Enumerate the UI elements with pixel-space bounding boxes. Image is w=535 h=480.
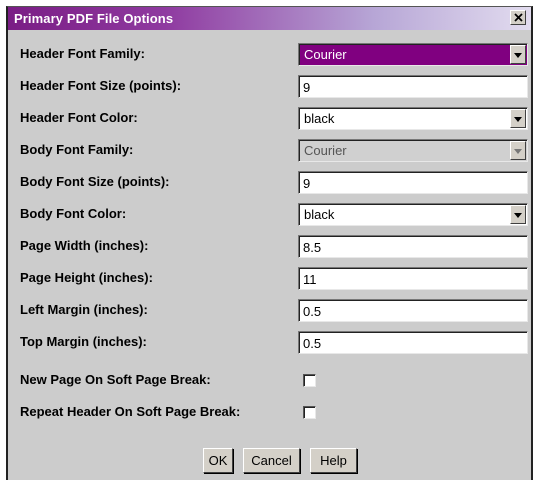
body-font-size-label: Body Font Size (points): (20, 174, 170, 189)
chevron-down-icon (514, 149, 522, 154)
row-body-font-family: Body Font Family: Courier (8, 136, 531, 166)
row-top-margin: Top Margin (inches): 0.5 (8, 328, 531, 358)
header-font-family-label: Header Font Family: (20, 46, 145, 61)
body-font-color-dropdown-button[interactable] (510, 205, 526, 224)
body-font-family-dropdown-button[interactable] (510, 141, 526, 160)
chevron-down-icon (514, 213, 522, 218)
close-icon (514, 13, 523, 22)
header-font-color-value: black (304, 111, 335, 126)
body-font-color-select[interactable]: black (298, 203, 528, 226)
body-font-color-label: Body Font Color: (20, 206, 127, 221)
chevron-down-icon (514, 117, 522, 122)
row-header-font-size: Header Font Size (points): 9 (8, 72, 531, 102)
page-width-label: Page Width (inches): (20, 238, 149, 253)
row-body-font-size: Body Font Size (points): 9 (8, 168, 531, 198)
new-page-soft-break-checkbox[interactable] (303, 374, 316, 387)
top-margin-input[interactable]: 0.5 (298, 331, 528, 354)
body-font-family-label: Body Font Family: (20, 142, 134, 157)
body-font-family-select[interactable]: Courier (298, 139, 528, 162)
top-margin-label: Top Margin (inches): (20, 334, 147, 349)
left-margin-label: Left Margin (inches): (20, 302, 148, 317)
page-height-input[interactable]: 11 (298, 267, 528, 290)
header-font-family-select[interactable]: Courier (298, 43, 528, 66)
header-font-color-label: Header Font Color: (20, 110, 138, 125)
help-button[interactable]: Help (310, 448, 357, 473)
ok-button[interactable]: OK (203, 448, 233, 473)
header-font-color-select[interactable]: black (298, 107, 528, 130)
repeat-header-soft-break-checkbox[interactable] (303, 406, 316, 419)
body-font-size-input[interactable]: 9 (298, 171, 528, 194)
row-left-margin: Left Margin (inches): 0.5 (8, 296, 531, 326)
body-font-color-value: black (304, 207, 335, 222)
repeat-header-soft-break-label: Repeat Header On Soft Page Break: (20, 404, 241, 419)
row-page-height: Page Height (inches): 11 (8, 264, 531, 294)
row-page-width: Page Width (inches): 8.5 (8, 232, 531, 262)
new-page-soft-break-label: New Page On Soft Page Break: (20, 372, 211, 387)
row-body-font-color: Body Font Color: black (8, 200, 531, 230)
close-button[interactable] (510, 10, 526, 25)
dialog-title: Primary PDF File Options (14, 11, 174, 26)
cancel-button[interactable]: Cancel (243, 448, 300, 473)
title-bar[interactable]: Primary PDF File Options (8, 7, 531, 30)
row-header-font-family: Header Font Family: Courier (8, 40, 531, 70)
header-font-family-dropdown-button[interactable] (510, 45, 526, 64)
row-new-page-soft-break: New Page On Soft Page Break: (8, 366, 531, 396)
row-header-font-color: Header Font Color: black (8, 104, 531, 134)
chevron-down-icon (514, 53, 522, 58)
page-width-input[interactable]: 8.5 (298, 235, 528, 258)
row-repeat-header-soft-break: Repeat Header On Soft Page Break: (8, 398, 531, 428)
header-font-size-label: Header Font Size (points): (20, 78, 182, 93)
header-font-size-input[interactable]: 9 (298, 75, 528, 98)
body-font-family-value: Courier (304, 143, 347, 158)
left-margin-input[interactable]: 0.5 (298, 299, 528, 322)
page-height-label: Page Height (inches): (20, 270, 153, 285)
header-font-family-value: Courier (304, 47, 347, 62)
pdf-options-dialog: Primary PDF File Options Header Font Fam… (6, 6, 533, 480)
dialog-button-bar: OK Cancel Help (8, 448, 531, 474)
header-font-color-dropdown-button[interactable] (510, 109, 526, 128)
